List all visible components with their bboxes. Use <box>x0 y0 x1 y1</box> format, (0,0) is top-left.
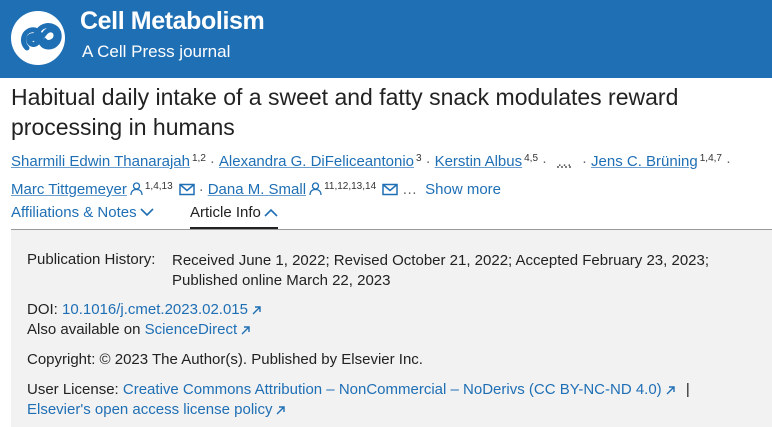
external-link-icon[interactable] <box>240 325 251 336</box>
person-icon[interactable] <box>309 182 322 196</box>
sciencedirect-link[interactable]: ScienceDirect <box>145 321 238 338</box>
author-separator: · <box>582 153 588 170</box>
author-affiliation-sup[interactable]: 1,2 <box>192 153 206 164</box>
author-link[interactable]: Jens C. Brüning <box>591 153 698 170</box>
author-affiliation-sup[interactable]: 4,5 <box>524 153 538 164</box>
author-affiliation-sup[interactable]: 1,4,7 <box>700 153 722 164</box>
author-link[interactable]: Dana M. Small <box>208 181 306 198</box>
journal-name[interactable]: Cell Metabolism <box>80 7 265 36</box>
publication-history-value: Received June 1, 2022; Revised October 2… <box>172 252 710 289</box>
email-icon[interactable] <box>382 183 398 196</box>
author-affiliation-sup[interactable]: 3 <box>416 153 422 164</box>
doi-label: DOI: <box>27 301 58 318</box>
doi-row: DOI: 10.1016/j.cmet.2023.02.015 <box>27 301 262 318</box>
author-affiliation-sup[interactable]: 11,12,13,14 <box>324 181 376 192</box>
cell-press-logo-icon[interactable] <box>10 10 66 66</box>
article-title: Habitual daily intake of a sweet and fat… <box>11 84 679 140</box>
license-link[interactable]: Creative Commons Attribution – NonCommer… <box>123 381 662 398</box>
copyright-text: Copyright: © 2023 The Author(s). Publish… <box>27 351 423 368</box>
show-more-button[interactable]: Show more <box>425 181 501 198</box>
person-icon[interactable] <box>130 182 143 196</box>
external-link-icon[interactable] <box>275 405 286 416</box>
license-separator: | <box>685 381 690 398</box>
author-separator: · <box>198 181 204 198</box>
author-separator: · <box>726 153 731 170</box>
authors-ellipsis[interactable]: … <box>557 153 572 170</box>
author-link[interactable]: Marc Tittgemeyer <box>11 181 127 198</box>
user-license-label: User License: <box>27 381 119 398</box>
author-separator: · <box>542 153 548 170</box>
license-policy-link[interactable]: Elsevier's open access license policy <box>27 401 272 418</box>
article-info-panel: Publication History: Received June 1, 20… <box>11 230 772 427</box>
author-affiliation-sup[interactable]: 1,4,13 <box>145 181 173 192</box>
external-link-icon[interactable] <box>251 305 262 316</box>
user-license-row: User License: Creative Commons Attributi… <box>27 381 690 398</box>
also-available-label: Also available on <box>27 321 141 338</box>
tab-article-info-label: Article Info <box>190 204 261 221</box>
journal-header: Cell Metabolism A Cell Press journal <box>0 0 772 78</box>
chevron-up-icon <box>264 208 278 217</box>
author-list: Sharmili Edwin Thanarajah 1,2 · Alexandra G… <box>11 146 771 202</box>
journal-subtitle: A Cell Press journal <box>82 42 231 61</box>
also-available-row: Also available on ScienceDirect <box>27 321 251 338</box>
ellipsis-separator: … <box>402 181 418 198</box>
author-separator: · <box>425 153 431 170</box>
doi-link[interactable]: 10.1016/j.cmet.2023.02.015 <box>62 301 248 318</box>
tab-affiliations-label: Affiliations & Notes <box>11 204 137 221</box>
author-link[interactable]: Kerstin Albus <box>435 153 523 170</box>
tab-article-info[interactable]: Article Info <box>190 204 278 230</box>
policy-row: Elsevier's open access license policy <box>27 401 286 418</box>
author-link[interactable]: Sharmili Edwin Thanarajah <box>11 153 190 170</box>
external-link-icon[interactable] <box>665 385 676 396</box>
publication-history-label: Publication History: <box>27 251 156 268</box>
chevron-down-icon <box>140 208 154 217</box>
email-icon[interactable] <box>178 183 195 196</box>
author-link[interactable]: Alexandra G. DiFeliceantonio <box>219 153 414 170</box>
tab-affiliations-notes[interactable]: Affiliations & Notes <box>11 204 154 230</box>
author-separator: · <box>209 153 215 170</box>
